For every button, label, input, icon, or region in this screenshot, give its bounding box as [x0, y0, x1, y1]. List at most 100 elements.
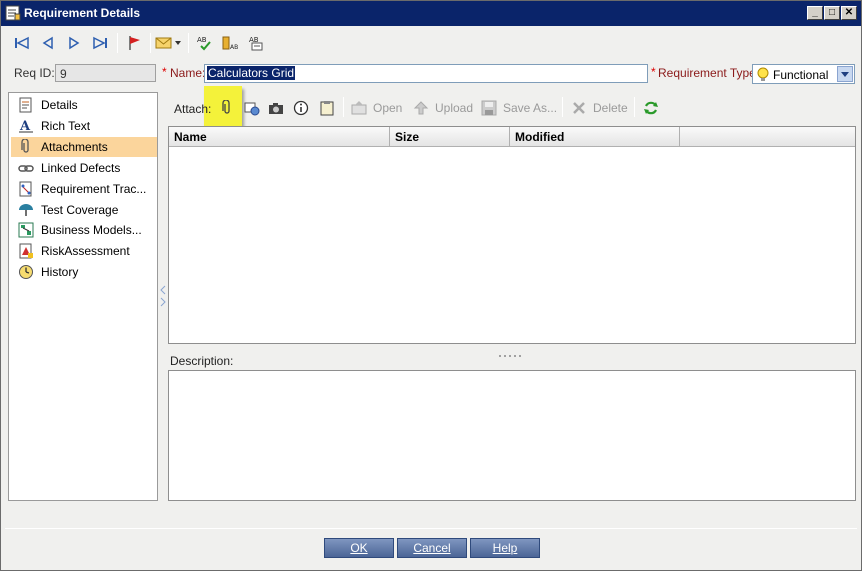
sidebar-item-label: Test Coverage: [41, 203, 119, 217]
attach-snapshot-button[interactable]: [268, 99, 290, 117]
minimize-button[interactable]: _: [807, 6, 823, 20]
attach-url-button[interactable]: [244, 99, 266, 117]
chevron-down-icon[interactable]: [837, 66, 853, 82]
save-as-label: Save As...: [503, 101, 558, 115]
svg-text:AB: AB: [230, 44, 238, 51]
sidebar-item-label: History: [41, 265, 79, 279]
requirement-type-label: Requirement Type:: [658, 66, 760, 80]
sidebar-item-business-models[interactable]: Business Models...: [11, 220, 157, 240]
spelling-options-icon[interactable]: AB: [245, 32, 267, 54]
save-as-button[interactable]: Save As...: [481, 99, 557, 117]
paperclip-icon: [18, 139, 34, 155]
attach-clipboard-button[interactable]: [319, 99, 341, 117]
cancel-button[interactable]: Cancel: [397, 538, 467, 558]
attach-system-info-button[interactable]: [293, 99, 315, 117]
sidebar-item-label: Rich Text: [41, 119, 91, 133]
requirement-details-window: Requirement Details _ □ ✕ AB AB AB Req I…: [0, 0, 862, 571]
name-required-star: *: [162, 65, 167, 79]
description-field[interactable]: [168, 370, 856, 501]
sidebar-item-risk-assessment[interactable]: RiskAssessment: [11, 241, 157, 261]
traceability-icon: [18, 181, 34, 197]
camera-icon: [268, 100, 284, 116]
svg-text:AB: AB: [197, 36, 207, 44]
email-icon[interactable]: [154, 32, 184, 54]
sidebar-item-label: Business Models...: [41, 223, 142, 237]
toolbar-separator: [150, 33, 151, 53]
maximize-button[interactable]: □: [824, 6, 840, 20]
paperclip-icon: [219, 100, 235, 116]
sidebar-item-history[interactable]: History: [11, 262, 157, 282]
name-label: Name:: [170, 66, 206, 80]
name-field-value: Calculators Grid: [207, 66, 296, 80]
req-id-label: Req ID:: [14, 66, 55, 80]
title-bar[interactable]: Requirement Details _ □ ✕: [1, 1, 861, 26]
toolbar-separator: [117, 33, 118, 53]
sidebar-item-test-coverage[interactable]: Test Coverage: [11, 200, 157, 220]
open-button[interactable]: Open: [351, 99, 402, 117]
window-title: Requirement Details: [24, 6, 141, 20]
open-label: Open: [373, 101, 403, 115]
first-record-icon[interactable]: [11, 32, 33, 54]
sidebar-item-linked-defects[interactable]: Linked Defects: [11, 158, 157, 178]
delete-button[interactable]: Delete: [571, 99, 628, 117]
sidebar-item-label: RiskAssessment: [41, 244, 130, 258]
save-icon: [481, 100, 497, 116]
attach-label: Attach:: [174, 102, 212, 116]
business-model-icon: [18, 222, 34, 238]
requirement-app-icon: [5, 5, 21, 21]
previous-record-icon[interactable]: [37, 32, 59, 54]
requirement-type-select[interactable]: Functional: [752, 64, 855, 84]
column-header-name[interactable]: Name: [169, 127, 390, 147]
toolbar-separator: [634, 97, 635, 117]
type-required-star: *: [651, 65, 656, 79]
toolbar-separator: [562, 97, 563, 117]
sidebar-item-rich-text[interactable]: A Rich Text: [11, 116, 157, 136]
sidebar-item-label: Attachments: [41, 140, 108, 154]
sidebar-item-details[interactable]: Details: [11, 95, 157, 115]
rich-text-icon: A: [18, 118, 34, 134]
toolbar-separator: [343, 97, 344, 117]
sidebar-item-label: Details: [41, 98, 78, 112]
spell-check-icon[interactable]: AB: [193, 32, 215, 54]
column-header-blank: [680, 127, 855, 147]
delete-label: Delete: [593, 101, 628, 115]
upload-label: Upload: [435, 101, 474, 115]
bottom-divider: [5, 528, 857, 529]
last-record-icon[interactable]: [89, 32, 111, 54]
refresh-icon: [643, 100, 659, 116]
flag-icon[interactable]: [123, 32, 145, 54]
thesaurus-icon[interactable]: AB: [219, 32, 241, 54]
req-id-field: 9: [55, 64, 156, 82]
close-button[interactable]: ✕: [841, 6, 857, 20]
column-header-modified[interactable]: Modified: [510, 127, 680, 147]
next-record-icon[interactable]: [63, 32, 85, 54]
description-label: Description:: [170, 354, 234, 368]
sidebar-item-label: Linked Defects: [41, 161, 121, 175]
url-icon: [244, 100, 260, 116]
risk-icon: [18, 243, 34, 259]
info-icon: [293, 100, 309, 116]
history-icon: [18, 264, 34, 280]
sidebar-item-label: Requirement Trac...: [41, 182, 147, 196]
panel-collapse-handle[interactable]: [159, 284, 167, 308]
sidebar-item-requirement-traceability[interactable]: Requirement Trac...: [11, 179, 157, 199]
main-toolbar: AB AB AB: [7, 30, 857, 58]
column-header-size[interactable]: Size: [390, 127, 510, 147]
ok-button[interactable]: OK: [324, 538, 394, 558]
pane-resize-handle[interactable]: [498, 347, 524, 357]
help-button[interactable]: Help: [470, 538, 540, 558]
name-field[interactable]: Calculators Grid: [204, 64, 648, 83]
lightbulb-icon: [756, 67, 770, 86]
sidebar-item-attachments[interactable]: Attachments: [11, 137, 157, 157]
open-icon: [351, 100, 367, 116]
clipboard-icon: [319, 100, 335, 116]
upload-button[interactable]: Upload: [413, 99, 473, 117]
attachments-grid[interactable]: Name Size Modified: [168, 126, 856, 344]
refresh-button[interactable]: [643, 99, 665, 117]
attach-file-button[interactable]: [219, 99, 241, 117]
requirement-type-value: Functional: [773, 68, 829, 82]
toolbar-separator: [188, 33, 189, 53]
upload-icon: [413, 100, 429, 116]
grid-header: Name Size Modified: [169, 127, 855, 147]
umbrella-icon: [18, 202, 34, 218]
